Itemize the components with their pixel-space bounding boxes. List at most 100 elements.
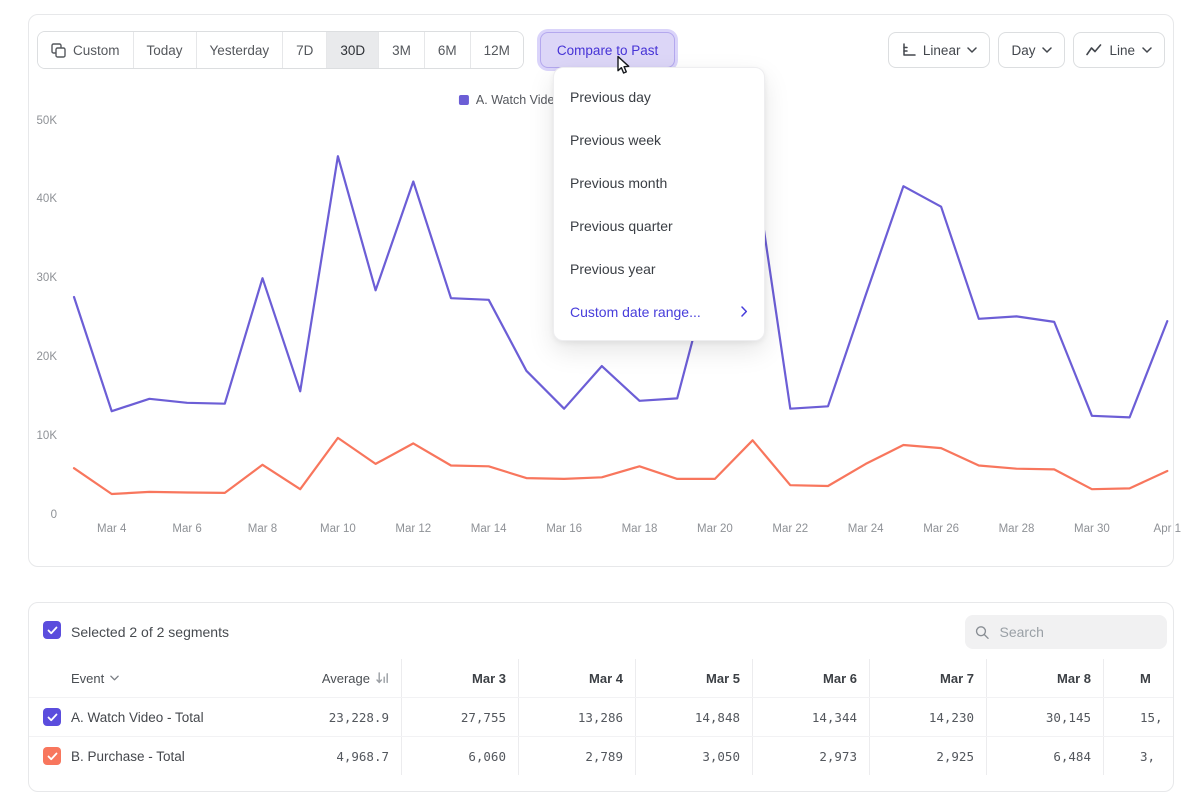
date-column-header[interactable]: Mar 6	[752, 659, 869, 697]
average-header-label: Average	[322, 671, 370, 686]
average-value: 4,968.7	[289, 737, 401, 775]
row-checkbox[interactable]	[43, 747, 61, 765]
compare-menu-item[interactable]: Previous year	[554, 247, 764, 290]
chevron-right-icon	[741, 306, 748, 317]
custom-range-menu-label: Custom date range...	[570, 304, 701, 320]
search-input[interactable]	[998, 623, 1157, 641]
scale-label: Linear	[923, 43, 961, 58]
custom-range-label: Custom	[73, 43, 120, 58]
table-row: A. Watch Video - Total23,228.927,75513,2…	[29, 698, 1173, 737]
compare-menu-item[interactable]: Previous month	[554, 161, 764, 204]
preset-30d[interactable]: 30D	[326, 32, 378, 68]
y-axis-label: 50K	[29, 115, 57, 127]
date-column-header[interactable]: Mar 3	[401, 659, 518, 697]
preset-7d[interactable]: 7D	[282, 32, 326, 68]
y-axis-label: 30K	[29, 272, 57, 284]
cell-value: 27,755	[401, 698, 518, 736]
interval-label: Day	[1011, 43, 1035, 58]
search-icon	[975, 624, 990, 641]
linear-scale-icon	[901, 43, 916, 57]
compare-to-past-menu: Previous dayPrevious weekPrevious monthP…	[553, 67, 765, 341]
chart-card: Custom TodayYesterday7D30D3M6M12M Compar…	[28, 14, 1174, 567]
segments-summary: Selected 2 of 2 segments	[71, 624, 229, 640]
date-column-header[interactable]: Mar 7	[869, 659, 986, 697]
table-row: B. Purchase - Total4,968.76,0602,7893,05…	[29, 737, 1173, 775]
custom-range-icon	[51, 43, 66, 58]
legend-swatch	[459, 95, 469, 105]
y-axis-label: 20K	[29, 351, 57, 363]
event-name: B. Purchase - Total	[69, 737, 289, 775]
x-axis-label: Mar 14	[471, 523, 507, 535]
cell-value: 2,973	[752, 737, 869, 775]
x-axis-label: Mar 24	[848, 523, 884, 535]
preset-today[interactable]: Today	[133, 32, 196, 68]
x-axis-label: Mar 12	[395, 523, 431, 535]
interval-select[interactable]: Day	[998, 32, 1065, 68]
compare-menu-item[interactable]: Previous day	[554, 75, 764, 118]
preset-6m[interactable]: 6M	[424, 32, 470, 68]
chart-type-select[interactable]: Line	[1073, 32, 1165, 68]
row-checkbox-cell	[29, 698, 69, 736]
cell-value: 14,230	[869, 698, 986, 736]
compare-menu-item[interactable]: Previous quarter	[554, 204, 764, 247]
segments-card: Selected 2 of 2 segments Event Average Mar…	[28, 602, 1174, 792]
scale-select[interactable]: Linear	[888, 32, 991, 68]
row-checkbox[interactable]	[43, 708, 61, 726]
date-column-header[interactable]: Mar 8	[986, 659, 1103, 697]
x-axis-label: Mar 20	[697, 523, 733, 535]
compare-menu-item[interactable]: Previous week	[554, 118, 764, 161]
chevron-down-icon	[967, 47, 977, 53]
event-header-label: Event	[71, 671, 104, 686]
y-axis-label: 10K	[29, 430, 57, 442]
clipped-cell-value: 15,	[1103, 698, 1174, 736]
event-column-header[interactable]: Event	[69, 659, 289, 697]
chevron-down-icon	[1042, 47, 1052, 53]
chevron-down-icon	[1142, 47, 1152, 53]
check-icon	[47, 626, 58, 635]
cell-value: 6,060	[401, 737, 518, 775]
custom-range-button[interactable]: Custom	[38, 32, 133, 68]
sort-icon	[376, 672, 389, 684]
cell-value: 30,145	[986, 698, 1103, 736]
preset-yesterday[interactable]: Yesterday	[196, 32, 283, 68]
cell-value: 14,848	[635, 698, 752, 736]
x-axis-label: Mar 6	[172, 523, 201, 535]
x-axis-label: Mar 30	[1074, 523, 1110, 535]
x-axis-label: Mar 22	[772, 523, 808, 535]
average-column-header[interactable]: Average	[289, 659, 401, 697]
clipped-cell-value: 3,	[1103, 737, 1174, 775]
x-axis-label: Mar 18	[622, 523, 658, 535]
chart-toolbar: Custom TodayYesterday7D30D3M6M12M Compar…	[37, 31, 1165, 69]
segments-table: Event Average Mar 3Mar 4Mar 5Mar 6Mar 7Mar…	[29, 659, 1173, 775]
compare-menu-item-custom-range[interactable]: Custom date range...	[554, 290, 764, 333]
preset-3m[interactable]: 3M	[378, 32, 424, 68]
line-chart-icon	[1086, 44, 1102, 56]
x-axis-label: Mar 10	[320, 523, 356, 535]
y-axis-label: 40K	[29, 193, 57, 205]
preset-12m[interactable]: 12M	[470, 32, 523, 68]
analytics-dashboard: { "toolbar": { "custom_label": "Custom",…	[0, 0, 1200, 802]
x-axis-label: Apr 1	[1154, 523, 1182, 535]
x-axis-label: Mar 16	[546, 523, 582, 535]
search-box	[965, 615, 1167, 649]
chart-type-label: Line	[1109, 43, 1135, 58]
cell-value: 2,925	[869, 737, 986, 775]
series-line-b[interactable]	[74, 438, 1167, 494]
cell-value: 13,286	[518, 698, 635, 736]
cell-value: 3,050	[635, 737, 752, 775]
cell-value: 2,789	[518, 737, 635, 775]
chart-controls: Linear Day Line	[888, 32, 1165, 68]
y-axis-label: 0	[29, 509, 57, 521]
date-column-header[interactable]: Mar 5	[635, 659, 752, 697]
row-checkbox-cell	[29, 737, 69, 775]
x-axis-label: Mar 8	[248, 523, 277, 535]
clipped-column-header: M	[1103, 659, 1174, 697]
date-column-header[interactable]: Mar 4	[518, 659, 635, 697]
average-value: 23,228.9	[289, 698, 401, 736]
select-all-checkbox[interactable]	[43, 621, 61, 639]
compare-to-past-button[interactable]: Compare to Past	[540, 32, 675, 68]
date-range-group: Custom TodayYesterday7D30D3M6M12M	[37, 31, 524, 69]
chevron-down-icon	[110, 675, 119, 681]
x-axis-label: Mar 28	[999, 523, 1035, 535]
event-name: A. Watch Video - Total	[69, 698, 289, 736]
